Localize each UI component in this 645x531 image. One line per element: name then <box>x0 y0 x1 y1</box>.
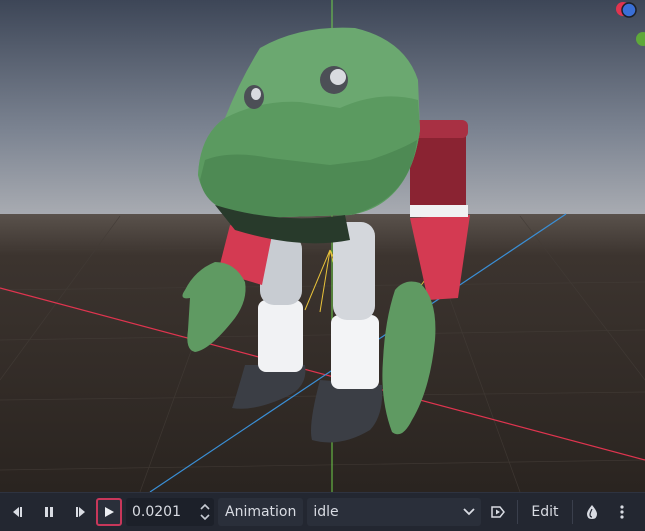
autoplay-button[interactable] <box>485 498 511 526</box>
kebab-menu-icon <box>619 505 624 519</box>
animation-menu-button[interactable]: Animation <box>218 498 304 526</box>
play-backwards-button[interactable] <box>6 498 32 526</box>
time-spinner[interactable] <box>198 501 212 523</box>
onion-skin-button[interactable] <box>579 498 605 526</box>
godot-editor-viewport: 0.0201 Animation idle Edit <box>0 0 645 531</box>
right-shoulder-band <box>410 205 468 217</box>
right-leg <box>331 315 379 389</box>
more-options-button[interactable] <box>609 498 635 526</box>
toolbar-separator <box>517 500 519 524</box>
animation-toolbar: 0.0201 Animation idle Edit <box>0 492 645 531</box>
edit-menu-label: Edit <box>531 504 559 520</box>
time-value[interactable]: 0.0201 <box>132 504 198 520</box>
time-input[interactable]: 0.0201 <box>126 498 214 526</box>
skip-forward-icon <box>76 507 85 517</box>
play-icon <box>105 507 114 517</box>
edit-menu-button[interactable]: Edit <box>524 498 565 526</box>
pause-icon <box>45 507 53 517</box>
spinner-arrows-icon[interactable] <box>199 501 211 523</box>
skip-back-icon <box>13 507 22 517</box>
chevron-down-icon <box>463 508 476 516</box>
axis-gizmo-icon[interactable] <box>605 0 645 60</box>
toolbar-separator <box>571 500 573 524</box>
play-forward-button[interactable] <box>66 498 92 526</box>
play-button[interactable] <box>96 498 122 526</box>
view-gizmo[interactable] <box>605 0 645 60</box>
selected-animation: idle <box>313 504 339 520</box>
animation-select[interactable]: idle <box>307 498 482 526</box>
animation-menu-label: Animation <box>225 504 297 520</box>
left-leg <box>258 300 303 372</box>
onion-skin-icon <box>586 505 597 519</box>
pause-button[interactable] <box>36 498 62 526</box>
autoplay-icon <box>491 506 506 518</box>
scene-render <box>0 0 645 492</box>
3d-viewport[interactable] <box>0 0 645 492</box>
ground-plane <box>0 214 645 492</box>
